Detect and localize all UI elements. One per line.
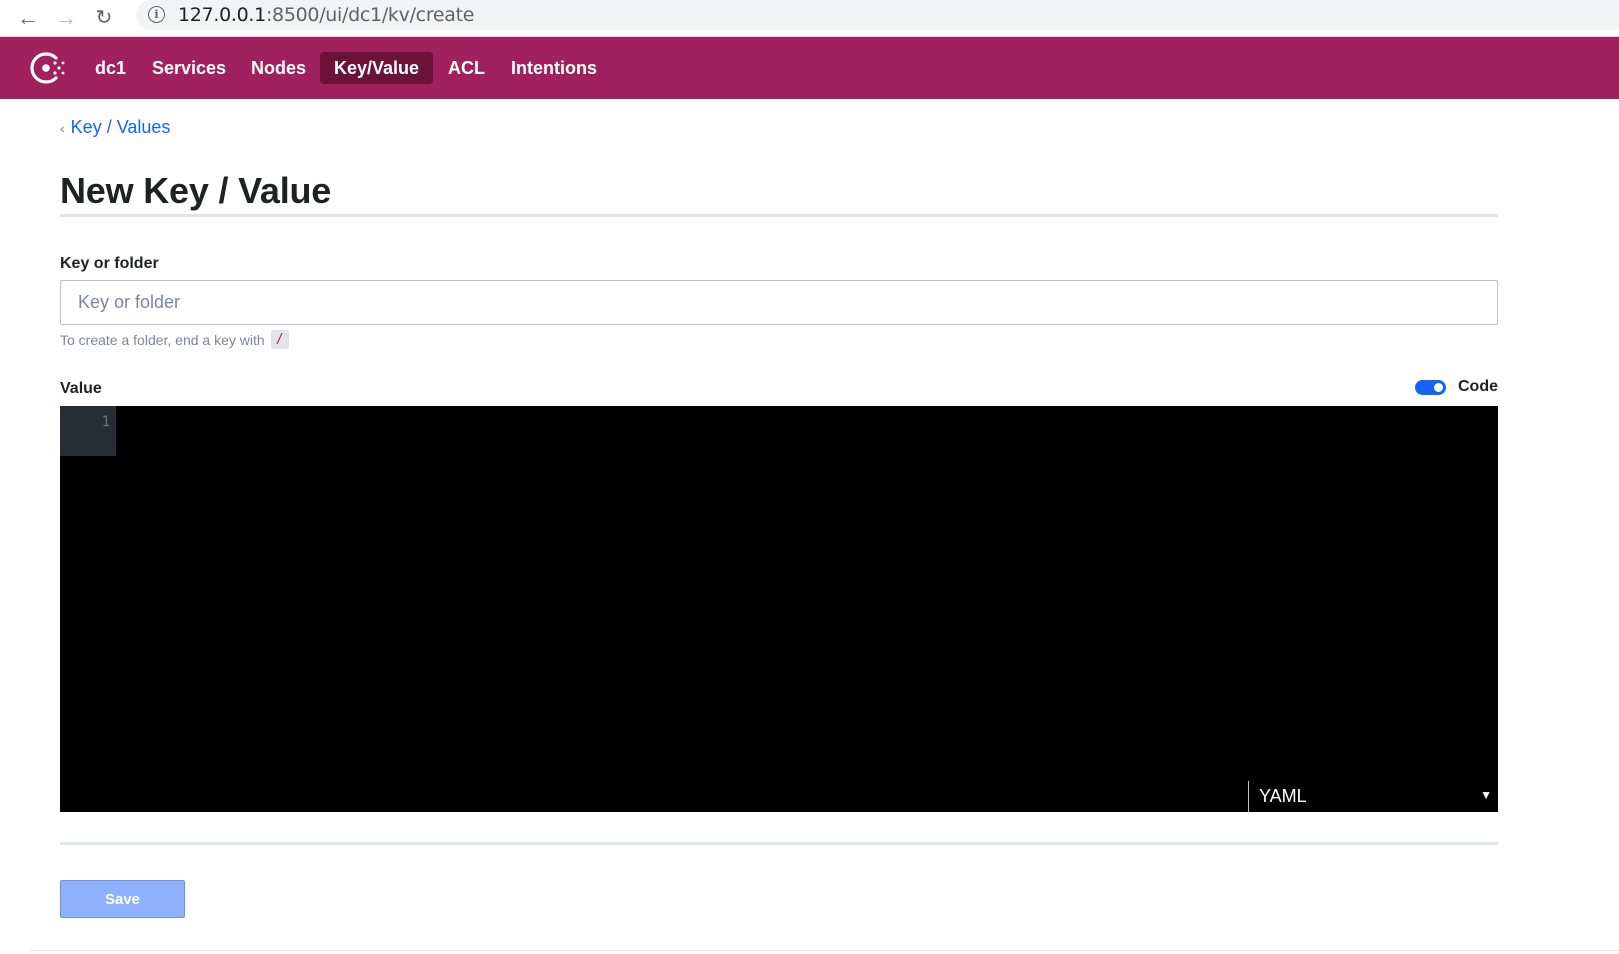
code-toggle[interactable]: Code xyxy=(1415,378,1498,396)
editor-gutter: 1 xyxy=(60,406,116,456)
nav-item-key-value[interactable]: Key/Value xyxy=(320,52,434,84)
value-field-label: Value xyxy=(60,380,102,397)
key-field-label: Key or folder xyxy=(60,255,159,272)
page-title: New Key / Value xyxy=(60,170,332,211)
code-editor[interactable]: 1 YAML ▼ xyxy=(60,406,1498,812)
caret-down-icon: ▼ xyxy=(1480,788,1492,802)
help-text-label: To create a folder, end a key with xyxy=(60,331,265,348)
nav-item-services[interactable]: Services xyxy=(138,52,240,84)
code-toggle-label: Code xyxy=(1458,378,1498,395)
editor-mode-select[interactable]: YAML ▼ xyxy=(1248,781,1498,812)
form-divider xyxy=(60,842,1498,845)
nav-item-intentions[interactable]: Intentions xyxy=(497,52,611,84)
reload-icon[interactable]: ↻ xyxy=(90,4,118,32)
editor-mode-value: YAML xyxy=(1259,786,1307,806)
url-host: 127.0.0.1 xyxy=(178,4,266,26)
chevron-left-icon: ‹ xyxy=(60,119,65,136)
toggle-switch[interactable] xyxy=(1415,379,1446,395)
url-text: 127.0.0.1:8500/ui/dc1/kv/create xyxy=(178,4,475,26)
main-navigation: dc1 Services Nodes Key/Value ACL Intenti… xyxy=(0,37,1619,99)
consul-logo-icon[interactable] xyxy=(28,50,66,86)
title-divider xyxy=(60,214,1498,217)
nav-item-acl[interactable]: ACL xyxy=(434,52,499,84)
breadcrumb-link[interactable]: Key / Values xyxy=(71,117,171,138)
url-path: :8500/ui/dc1/kv/create xyxy=(265,4,475,26)
save-button[interactable]: Save xyxy=(60,880,185,918)
line-number: 1 xyxy=(101,414,110,430)
arrow-left-icon[interactable]: ← xyxy=(14,4,42,32)
arrow-right-icon[interactable]: → xyxy=(52,4,80,32)
browser-toolbar: ← → ↻ i 127.0.0.1:8500/ui/dc1/kv/create xyxy=(0,0,1619,37)
help-code: / xyxy=(270,330,289,349)
footer-divider xyxy=(30,950,1619,951)
key-help-text: To create a folder, end a key with / xyxy=(60,330,289,349)
nav-item-nodes[interactable]: Nodes xyxy=(237,52,320,84)
breadcrumb[interactable]: ‹ Key / Values xyxy=(60,117,170,138)
datacenter-selector[interactable]: dc1 xyxy=(81,52,140,84)
address-bar[interactable]: i 127.0.0.1:8500/ui/dc1/kv/create xyxy=(136,0,1619,30)
key-input[interactable] xyxy=(60,280,1498,325)
info-icon[interactable]: i xyxy=(148,6,165,23)
